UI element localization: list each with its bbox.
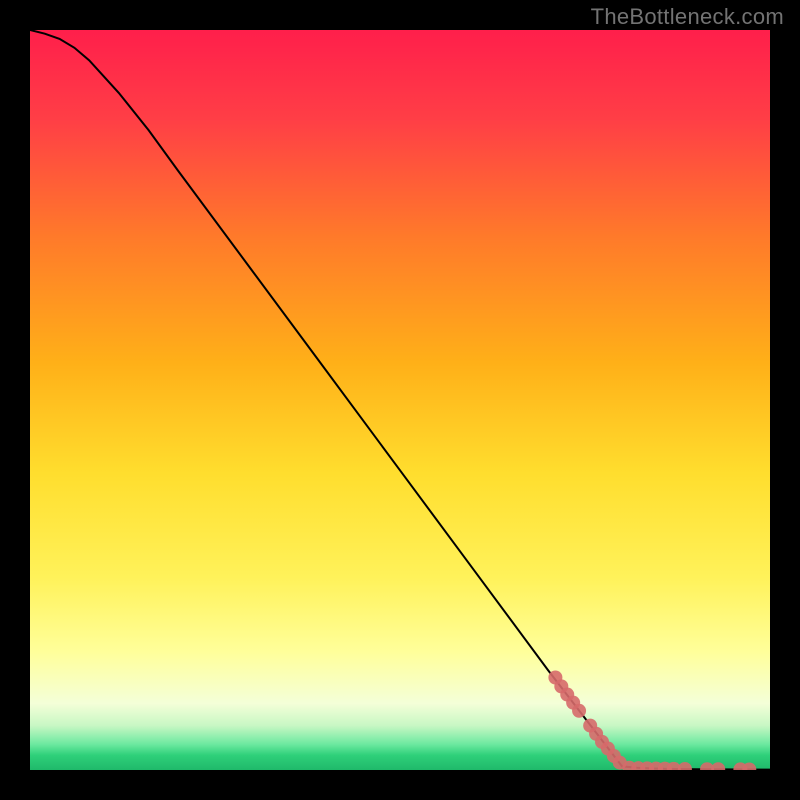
chart-frame: TheBottleneck.com <box>0 0 800 800</box>
scatter-dot <box>572 704 586 718</box>
chart-background-gradient <box>30 30 770 770</box>
watermark-text: TheBottleneck.com <box>591 4 784 30</box>
chart-plot <box>30 30 770 770</box>
